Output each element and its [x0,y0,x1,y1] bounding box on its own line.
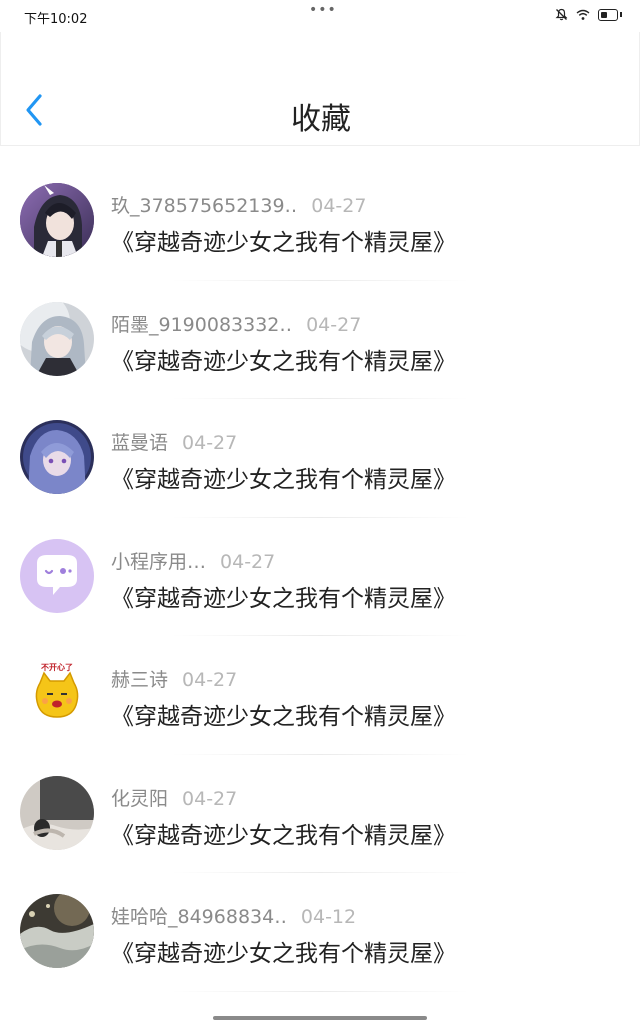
list-item[interactable]: 不开心了 赫三诗 04-27 《穿越奇迹少女之我有个精灵屋》 [0,636,640,755]
item-text[interactable]: 《穿越奇迹少女之我有个精灵屋》 [111,579,456,613]
list-item[interactable]: 小程序用… 04-27 《穿越奇迹少女之我有个精灵屋》 [0,518,640,636]
status-icons [555,8,622,21]
item-meta: 陌墨_9190083332‥ 04-27 [111,310,361,337]
user-name[interactable]: 陌墨_9190083332‥ [111,314,292,336]
avatar[interactable] [20,420,94,494]
battery-tip [620,12,622,17]
list-item[interactable]: 玖_378575652139‥ 04-27 《穿越奇迹少女之我有个精灵屋》 [0,162,640,281]
item-date: 04-27 [182,787,238,810]
item-meta: 小程序用… 04-27 [111,547,275,574]
home-indicator[interactable] [213,1016,427,1020]
page-title: 收藏 [291,102,351,137]
avatar[interactable] [20,775,94,850]
multiwindow-dots[interactable]: ••• [309,2,337,18]
user-name[interactable]: 赫三诗 [111,669,168,691]
list-item[interactable]: 陌墨_9190083332‥ 04-27 《穿越奇迹少女之我有个精灵屋》 [0,281,640,399]
avatar[interactable] [20,301,94,376]
avatar[interactable]: 不开心了 [20,657,94,731]
item-text[interactable]: 《穿越奇迹少女之我有个精灵屋》 [111,697,456,731]
status-bar: 下午10:02 ••• [0,0,640,32]
item-text[interactable]: 《穿越奇迹少女之我有个精灵屋》 [111,223,456,257]
navigation-header: 收藏 [0,32,640,146]
user-name[interactable]: 玖_378575652139‥ [111,195,297,217]
item-date: 04-27 [220,550,276,573]
sticker-text: 不开心了 [41,662,73,672]
item-text[interactable]: 《穿越奇迹少女之我有个精灵屋》 [111,460,456,494]
item-date: 04-27 [306,313,362,336]
item-text[interactable]: 《穿越奇迹少女之我有个精灵屋》 [111,816,456,850]
list-item[interactable]: 化灵阳 04-27 《穿越奇迹少女之我有个精灵屋》 [0,755,640,873]
item-date: 04-27 [311,195,367,217]
divider [170,990,470,992]
item-date: 04-12 [300,906,357,928]
avatar[interactable] [20,538,94,613]
bell-off-icon [555,8,568,21]
item-meta: 赫三诗 04-27 [111,665,237,692]
user-name[interactable]: 蓝曼语 [111,432,168,454]
list-item[interactable]: 蓝曼语 04-27 《穿越奇迹少女之我有个精灵屋》 [0,399,640,518]
item-meta: 娃哈哈_84968834‥ 04-12 [111,902,356,929]
item-meta: 蓝曼语 04-27 [111,428,237,455]
avatar[interactable] [20,894,94,968]
user-name[interactable]: 化灵阳 [111,788,168,810]
list-item[interactable]: 娃哈哈_84968834‥ 04-12 《穿越奇迹少女之我有个精灵屋》 [0,873,640,992]
item-meta: 玖_378575652139‥ 04-27 [111,191,366,218]
item-date: 04-27 [182,432,238,454]
user-name[interactable]: 小程序用… [111,551,206,573]
item-date: 04-27 [182,669,238,691]
item-meta: 化灵阳 04-27 [111,784,237,811]
status-time: 下午10:02 [24,12,88,27]
item-text[interactable]: 《穿越奇迹少女之我有个精灵屋》 [111,342,456,376]
favorites-list: 玖_378575652139‥ 04-27 《穿越奇迹少女之我有个精灵屋》 陌墨_… [0,162,640,992]
battery-icon [598,8,618,21]
user-name[interactable]: 娃哈哈_84968834‥ [111,906,287,928]
avatar[interactable] [20,183,94,257]
item-text[interactable]: 《穿越奇迹少女之我有个精灵屋》 [111,934,456,968]
wifi-icon [576,9,590,20]
